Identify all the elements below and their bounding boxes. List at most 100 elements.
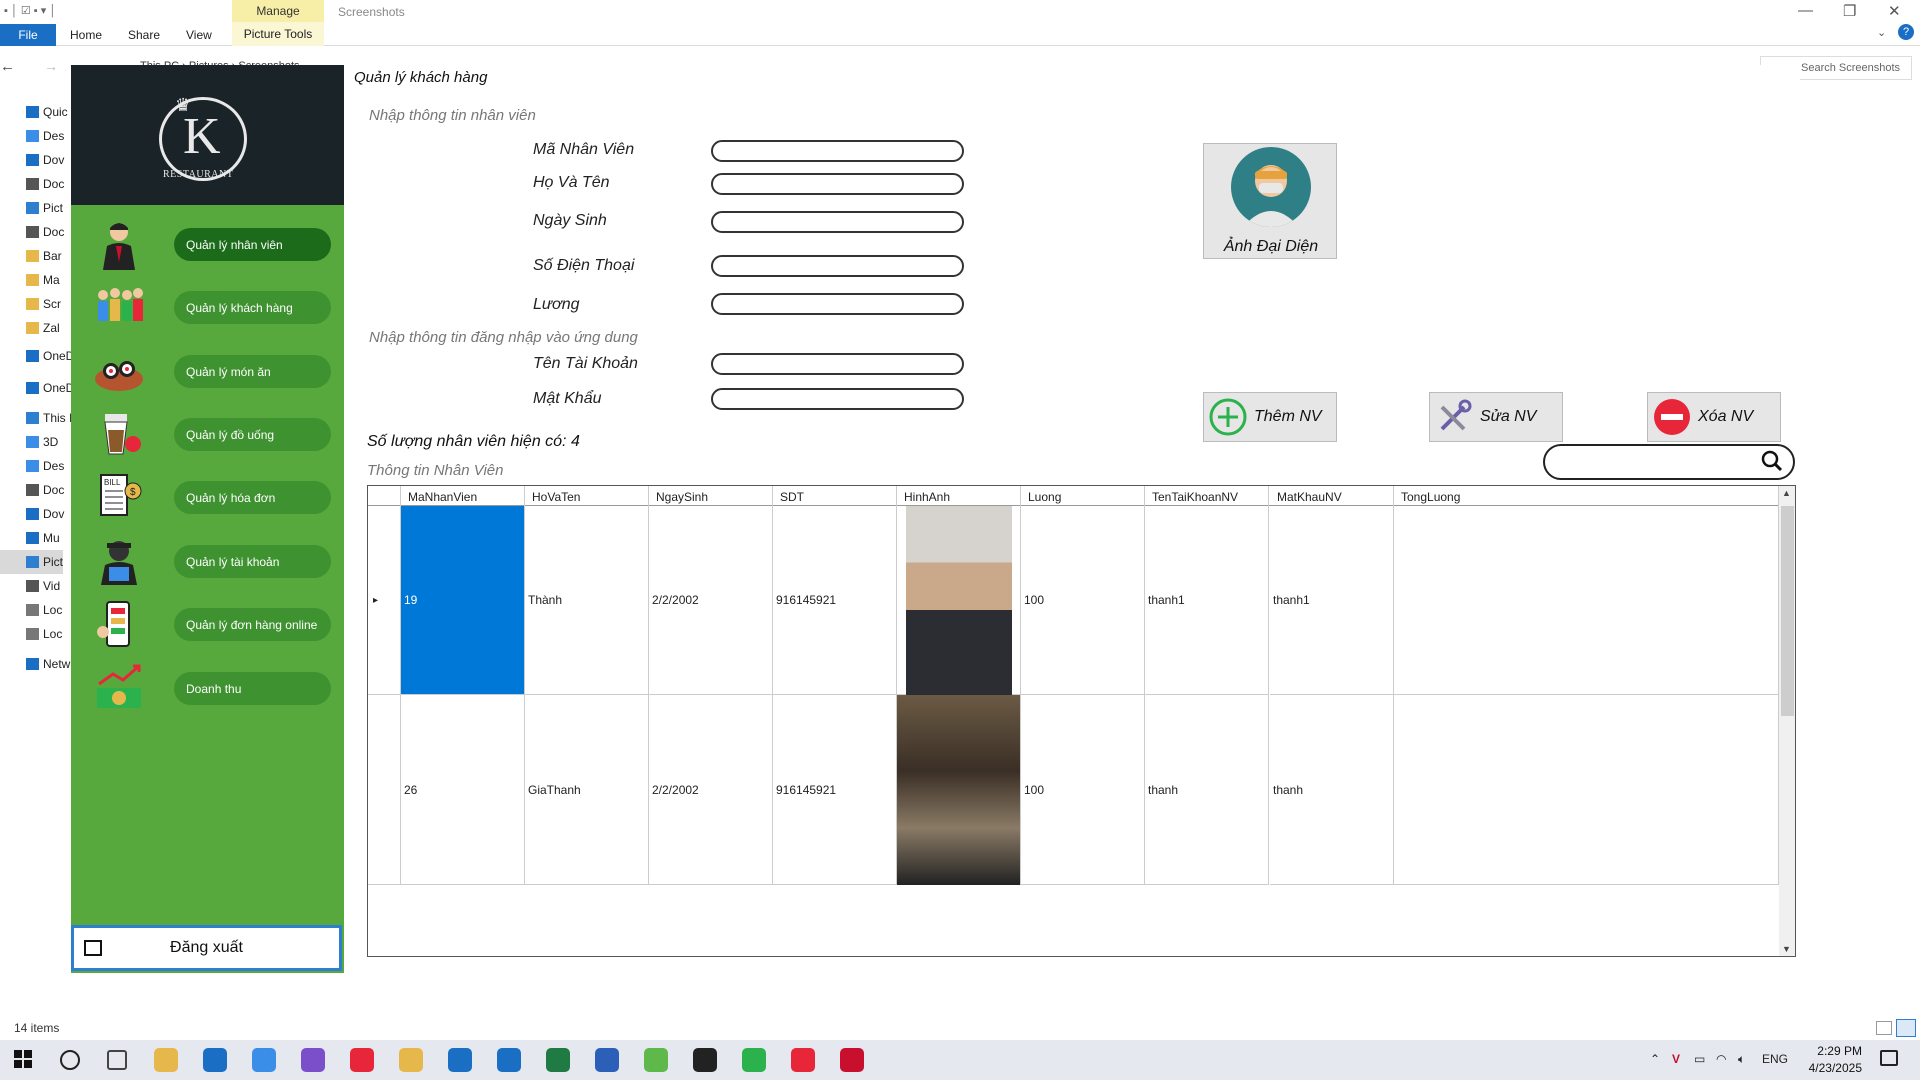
grid-cell-tongluong[interactable]	[1394, 695, 1779, 885]
nav-item[interactable]: Bar	[0, 244, 62, 268]
column-header[interactable]: TenTaiKhoanNV	[1145, 486, 1269, 506]
task-view-icon[interactable]	[107, 1050, 127, 1070]
so-dien-thoai-input[interactable]	[711, 255, 964, 277]
chatgpt-icon[interactable]	[693, 1048, 717, 1072]
column-header[interactable]: SDT	[773, 486, 897, 506]
zalo-icon[interactable]	[448, 1048, 472, 1072]
tray-antivirus-icon[interactable]: V	[1672, 1052, 1680, 1066]
vscode-icon[interactable]	[497, 1048, 521, 1072]
paint-icon[interactable]	[399, 1048, 423, 1072]
search-input[interactable]	[1543, 444, 1795, 480]
row-selector[interactable]	[368, 695, 401, 885]
ngay-sinh-input[interactable]	[711, 211, 964, 233]
column-header[interactable]: NgaySinh	[649, 486, 773, 506]
store-icon[interactable]	[203, 1048, 227, 1072]
nav-item[interactable]: This I	[0, 406, 72, 430]
clock-app-icon[interactable]	[644, 1048, 668, 1072]
close-icon[interactable]: ✕	[1888, 2, 1901, 20]
running-app-icon[interactable]	[840, 1048, 864, 1072]
ho-va-ten-input[interactable]	[711, 173, 964, 195]
nav-item[interactable]: Doc	[0, 478, 64, 502]
nav-item[interactable]: Pict	[0, 196, 63, 220]
windows-start-icon[interactable]	[14, 1050, 32, 1068]
sidebar-item[interactable]: Doanh thu	[174, 672, 331, 705]
minimize-icon[interactable]: —	[1798, 2, 1813, 19]
search-icon[interactable]	[1761, 450, 1783, 472]
tray-wifi-icon[interactable]: ◠	[1716, 1052, 1726, 1066]
edit-employee-button[interactable]: Sửa NV	[1429, 392, 1563, 442]
sidebar-item[interactable]: Quản lý khách hàng	[174, 291, 331, 324]
nav-item[interactable]: Ma	[0, 268, 60, 292]
nav-item[interactable]: OneD	[0, 344, 74, 368]
nav-item[interactable]: Doc	[0, 172, 64, 196]
nav-item[interactable]: Doc	[0, 220, 64, 244]
restore-icon[interactable]: ❐	[1843, 2, 1856, 20]
grid-cell-tentaikhoannv[interactable]: thanh1	[1145, 506, 1269, 695]
grid-cell-hovaten[interactable]: Thành	[525, 506, 649, 695]
grid-cell-luong[interactable]: 100	[1021, 695, 1145, 885]
file-explorer-icon[interactable]	[154, 1048, 178, 1072]
nav-item[interactable]: 3D	[0, 430, 58, 454]
sidebar-item[interactable]: Quản lý hóa đơn	[174, 481, 331, 514]
nav-item[interactable]: Des	[0, 454, 64, 478]
grid-cell-ngaysinh[interactable]: 2/2/2002	[649, 695, 773, 885]
scroll-up-icon[interactable]: ▲	[1782, 488, 1791, 498]
add-employee-button[interactable]: Thêm NV	[1203, 392, 1337, 442]
grid-cell-ngaysinh[interactable]: 2/2/2002	[649, 506, 773, 695]
chrome-profile-icon[interactable]	[742, 1048, 766, 1072]
grid-scrollbar[interactable]: ▲ ▼	[1779, 486, 1795, 956]
excel-icon[interactable]	[546, 1048, 570, 1072]
grid-cell-sdt[interactable]: 916145921	[773, 506, 897, 695]
nav-item[interactable]: OneD	[0, 376, 74, 400]
column-header[interactable]: Luong	[1021, 486, 1145, 506]
grid-cell-matkhaunv[interactable]: thanh	[1270, 695, 1394, 885]
visual-studio-icon[interactable]	[301, 1048, 325, 1072]
details-view-icon[interactable]	[1876, 1021, 1892, 1035]
tab-home[interactable]: Home	[70, 28, 102, 42]
employee-photo[interactable]	[897, 505, 1021, 695]
grid-cell-manhanvien[interactable]: 19	[401, 506, 525, 695]
avatar-button[interactable]: Ảnh Đại Diện	[1203, 143, 1337, 259]
luong-input[interactable]	[711, 293, 964, 315]
nav-item[interactable]: Des	[0, 124, 64, 148]
ribbon-expand-icon[interactable]: ⌄	[1877, 26, 1886, 39]
sidebar-item[interactable]: Quản lý đơn hàng online	[174, 608, 331, 641]
sidebar-item[interactable]: Quản lý nhân viên	[174, 228, 331, 261]
ma-nhan-vien-input[interactable]	[711, 140, 964, 162]
nav-item[interactable]: Loc	[0, 622, 62, 646]
tab-view[interactable]: View	[186, 28, 212, 42]
ten-tai-khoan-input[interactable]	[711, 353, 964, 375]
nav-item[interactable]: Mu	[0, 526, 60, 550]
help-icon[interactable]: ?	[1898, 24, 1914, 40]
nav-item[interactable]: Quic	[0, 100, 68, 124]
tab-file[interactable]: File	[0, 24, 56, 46]
grid-cell-matkhaunv[interactable]: thanh1	[1270, 506, 1394, 695]
nav-item[interactable]: Vid	[0, 574, 60, 598]
large-icons-view-icon[interactable]	[1896, 1019, 1916, 1037]
logout-button[interactable]: Đăng xuất	[71, 925, 342, 971]
column-header[interactable]: HoVaTen	[525, 486, 649, 506]
employee-photo[interactable]	[897, 694, 1021, 885]
column-header[interactable]: HinhAnh	[897, 486, 1021, 506]
sidebar-item[interactable]: Quản lý món ăn	[174, 355, 331, 388]
tray-chevron-icon[interactable]: ⌃	[1650, 1052, 1660, 1066]
search-icon[interactable]	[60, 1050, 80, 1070]
app-store-icon[interactable]	[252, 1048, 276, 1072]
tray-language[interactable]: ENG	[1762, 1052, 1788, 1066]
quick-access-toolbar[interactable]: ▪ │ ☑ ▪ ▾ │	[4, 4, 56, 17]
nav-item[interactable]: Loc	[0, 598, 62, 622]
nav-item[interactable]: Dov	[0, 502, 64, 526]
grid-cell-tentaikhoannv[interactable]: thanh	[1145, 695, 1269, 885]
nav-item[interactable]: Zal	[0, 316, 60, 340]
tab-picture-tools[interactable]: Picture Tools	[232, 22, 324, 46]
scroll-thumb[interactable]	[1781, 506, 1794, 716]
sidebar-item[interactable]: Quản lý tài khoản	[174, 545, 331, 578]
taskbar-clock[interactable]: 2:29 PM 4/23/2025	[1800, 1043, 1862, 1077]
nav-item[interactable]: Netw	[0, 652, 70, 676]
column-header[interactable]: MatKhauNV	[1270, 486, 1394, 506]
forward-arrow-icon[interactable]: →	[44, 58, 58, 74]
scroll-down-icon[interactable]: ▼	[1782, 944, 1791, 954]
notification-icon[interactable]	[1880, 1050, 1898, 1066]
column-header[interactable]: MaNhanVien	[401, 486, 525, 506]
grid-cell-sdt[interactable]: 916145921	[773, 695, 897, 885]
